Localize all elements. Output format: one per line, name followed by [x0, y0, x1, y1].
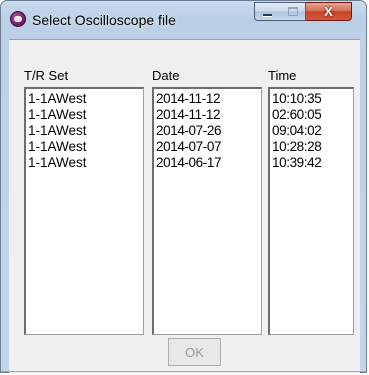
time-list-item[interactable]: 10:28:28 [270, 139, 353, 155]
date-listbox[interactable]: 2014-11-12 2014-11-12 2014-07-26 2014-07-07… [152, 87, 262, 335]
trset-list-item[interactable]: 1-1AWest [26, 139, 143, 155]
maximize-button [280, 2, 306, 21]
date-list-item[interactable]: 2014-06-17 [154, 155, 261, 171]
close-button[interactable]: X [306, 2, 352, 21]
trset-listbox[interactable]: 1-1AWest 1-1AWest 1-1AWest 1-1AWest 1-1AWest [24, 87, 144, 335]
date-list-item[interactable]: 2014-07-07 [154, 139, 261, 155]
trset-list-item[interactable]: 1-1AWest [26, 107, 143, 123]
date-list-item[interactable]: 2014-07-26 [154, 123, 261, 139]
title-bar[interactable]: Select Oscilloscope file X [1, 1, 366, 39]
oscilloscope-app-icon [10, 11, 26, 27]
time-list-item[interactable]: 02:60:05 [270, 107, 353, 123]
trset-list-item[interactable]: 1-1AWest [26, 123, 143, 139]
time-listbox[interactable]: 10:10:35 02:60:05 09:04:02 10:28:28 10:39:42 [268, 87, 354, 335]
maximize-icon [287, 7, 298, 16]
time-list-item[interactable]: 10:39:42 [270, 155, 353, 171]
date-list-item[interactable]: 2014-11-12 [154, 107, 261, 123]
close-icon: X [324, 4, 333, 19]
time-list-item[interactable]: 09:04:02 [270, 123, 353, 139]
time-list-item[interactable]: 10:10:35 [270, 91, 353, 107]
dialog-window: Select Oscilloscope file X T/R Set Date … [0, 0, 367, 374]
trset-list-item[interactable]: 1-1AWest [26, 91, 143, 107]
window-bottom-border [1, 371, 366, 372]
window-title: Select Oscilloscope file [32, 12, 176, 28]
ok-button[interactable]: OK [168, 338, 221, 366]
dialog-body: T/R Set Date Time 1-1AWest 1-1AWest 1-1AWe… [9, 39, 360, 374]
time-column-header: Time [268, 68, 297, 83]
trset-list-item[interactable]: 1-1AWest [26, 155, 143, 171]
trset-column-header: T/R Set [24, 68, 69, 83]
minimize-button[interactable] [254, 2, 281, 21]
date-list-item[interactable]: 2014-11-12 [154, 91, 261, 107]
date-column-header: Date [152, 68, 180, 83]
minimize-icon [263, 13, 272, 16]
